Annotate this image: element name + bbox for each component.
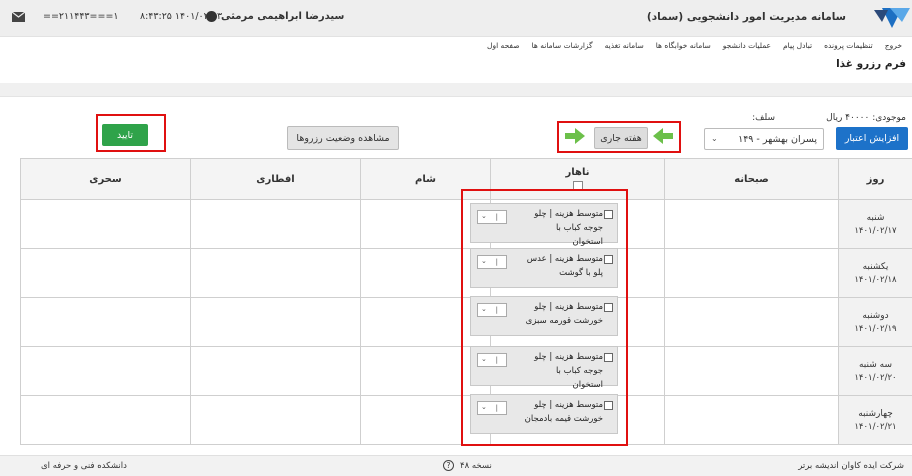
content-band	[0, 83, 912, 97]
iftar-cell[interactable]	[191, 396, 361, 445]
sahari-cell[interactable]	[21, 298, 191, 347]
day-date: ۱۴۰۱/۰۲/۱۷	[839, 226, 912, 236]
day-cell: دوشنبه ۱۴۰۱/۰۲/۱۹	[839, 298, 912, 347]
day-name: سه شنبه	[839, 360, 912, 370]
sahari-cell[interactable]	[21, 249, 191, 298]
day-name: چهارشنبه	[839, 409, 912, 419]
nav-item-logout[interactable]: خروج	[879, 41, 908, 55]
footer-university: دانشکده فنی و حرفه ای	[41, 461, 127, 471]
footer-company: شرکت ایده کاوان اندیشه برتر	[798, 461, 904, 471]
balance-label: موجودی:	[872, 113, 906, 123]
breakfast-cell[interactable]	[665, 396, 839, 445]
nav-item-home[interactable]: صفحه اول	[481, 41, 526, 55]
nav-item-food-system[interactable]: سامانه تغذیه	[599, 41, 650, 55]
chevron-down-icon: ⌄	[711, 134, 718, 143]
increase-credit-button[interactable]: افزایش اعتبار	[836, 127, 908, 150]
nav-item-profile-settings[interactable]: تنظیمات پرونده	[818, 41, 879, 55]
arrow-right-icon[interactable]	[565, 128, 585, 144]
breakfast-cell[interactable]	[665, 200, 839, 249]
day-cell: سه شنبه ۱۴۰۱/۰۲/۲۰	[839, 347, 912, 396]
breakfast-cell[interactable]	[665, 298, 839, 347]
day-cell: چهارشنبه ۱۴۰۱/۰۲/۲۱	[839, 396, 912, 445]
sahari-cell[interactable]	[21, 347, 191, 396]
day-cell: یکشنبه ۱۴۰۱/۰۲/۱۸	[839, 249, 912, 298]
lunch-highlight	[461, 189, 628, 446]
self-label: سلف:	[752, 113, 775, 123]
sahari-cell[interactable]	[21, 396, 191, 445]
day-name: دوشنبه	[839, 311, 912, 321]
iftar-cell[interactable]	[191, 347, 361, 396]
self-select[interactable]: پسران بهشهر - ۱۴۹ ⌄	[704, 128, 824, 150]
col-header-lunch-label: ناهار	[566, 167, 590, 178]
iftar-cell[interactable]	[191, 249, 361, 298]
page-title: فرم رزرو غذا	[836, 58, 906, 70]
user-name: سیدرضا ابراهیمی مرمثی	[221, 11, 344, 22]
footer-version: نسخه ۴۸	[460, 461, 492, 471]
confirm-button[interactable]: تایید	[102, 124, 148, 146]
main-nav: صفحه اول گزارشات سامانه ها سامانه تغذیه …	[481, 41, 908, 55]
iftar-cell[interactable]	[191, 298, 361, 347]
mail-icon[interactable]	[12, 12, 25, 22]
app-title: سامانه مدیریت امور دانشجویی (سماد)	[647, 11, 846, 23]
col-header-sahari: سحری	[21, 159, 191, 200]
day-date: ۱۴۰۱/۰۲/۱۸	[839, 275, 912, 285]
self-select-value: پسران بهشهر - ۱۴۹	[738, 134, 817, 145]
logo-icon	[852, 4, 912, 32]
current-week-button[interactable]: هفته جاری	[594, 127, 648, 149]
nav-item-messages[interactable]: تبادل پیام	[777, 41, 818, 55]
day-date: ۱۴۰۱/۰۲/۱۹	[839, 324, 912, 334]
balance: موجودی: ۴۰۰۰۰ ریال	[826, 113, 906, 123]
nav-item-reports[interactable]: گزارشات سامانه ها	[526, 41, 599, 55]
breakfast-cell[interactable]	[665, 347, 839, 396]
day-cell: شنبه ۱۴۰۱/۰۲/۱۷	[839, 200, 912, 249]
arrow-left-icon[interactable]	[653, 128, 673, 144]
balance-value: ۴۰۰۰۰ ریال	[826, 113, 869, 123]
datetime: ۸:۴۳:۲۵ ۱۴۰۱/۰۲/۱۳	[140, 11, 222, 22]
col-header-breakfast: صبحانه	[665, 159, 839, 200]
nav-item-student-ops[interactable]: عملیات دانشجو	[717, 41, 777, 55]
sahari-cell[interactable]	[21, 200, 191, 249]
day-date: ۱۴۰۱/۰۲/۲۰	[839, 373, 912, 383]
help-icon[interactable]: ?	[443, 460, 454, 471]
user-id: ==۲۱۱۴۴۳===۱	[43, 11, 119, 22]
col-header-iftar: افطاری	[191, 159, 361, 200]
day-name: یکشنبه	[839, 262, 912, 272]
iftar-cell[interactable]	[191, 200, 361, 249]
breakfast-cell[interactable]	[665, 249, 839, 298]
col-header-day: روز	[839, 159, 912, 200]
reservation-status-button[interactable]: مشاهده وضعیت رزروها	[287, 126, 399, 150]
day-date: ۱۴۰۱/۰۲/۲۱	[839, 422, 912, 432]
day-name: شنبه	[839, 213, 912, 223]
footer	[0, 455, 912, 476]
nav-item-dormitory[interactable]: سامانه خوابگاه ها	[650, 41, 717, 55]
